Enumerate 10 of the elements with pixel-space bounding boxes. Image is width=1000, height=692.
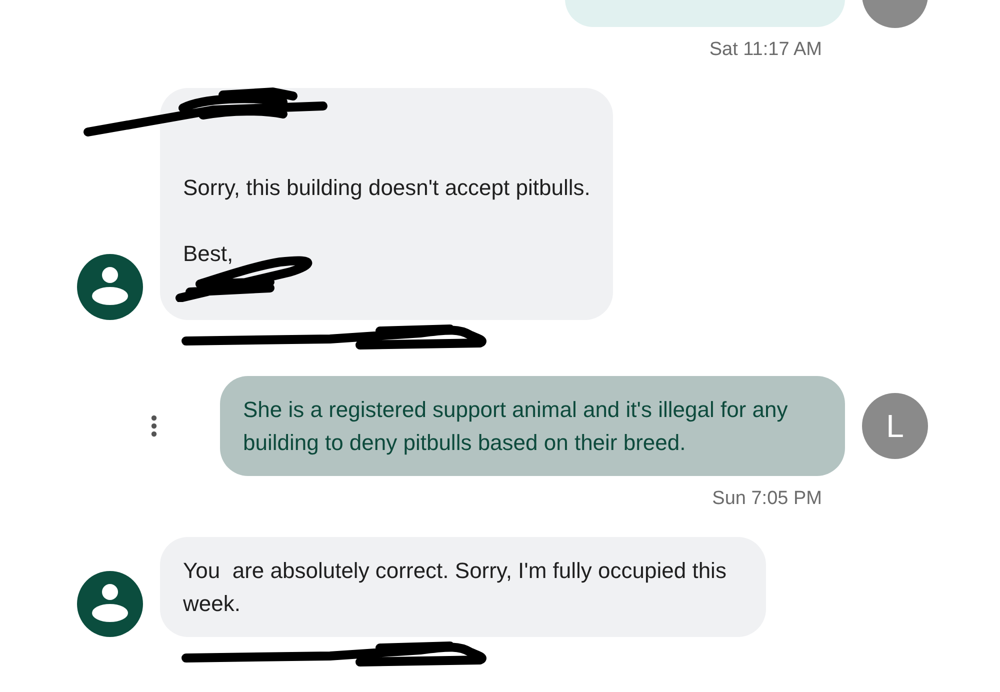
more-options-icon[interactable] [150, 414, 158, 438]
user-avatar: L [862, 393, 928, 459]
message-text: Best, [183, 241, 234, 266]
message-text: She is a registered support animal and it's illegal for any building to deny pitbulls based on their breed. [243, 396, 789, 457]
message-text: Sorry, this building doesn't accept pitbulls. [183, 175, 590, 200]
message-text: You are absolutely correct. Sorry, I'm fully occupied this week. [183, 558, 728, 616]
person-avatar-icon [77, 254, 143, 320]
message-timestamp: Sun 7:05 PM [712, 488, 822, 510]
message-timestamp: Sat 11:17 AM [709, 39, 822, 61]
person-avatar-icon [77, 571, 143, 637]
